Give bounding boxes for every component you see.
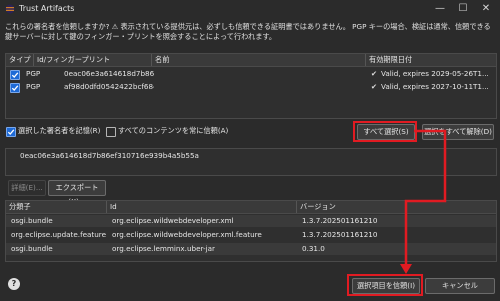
help-icon[interactable]: ? [8,278,20,290]
trust-selected-highlight [347,274,423,296]
cancel-button[interactable]: キャンセル [425,278,495,294]
annotation-arrow [400,129,447,274]
